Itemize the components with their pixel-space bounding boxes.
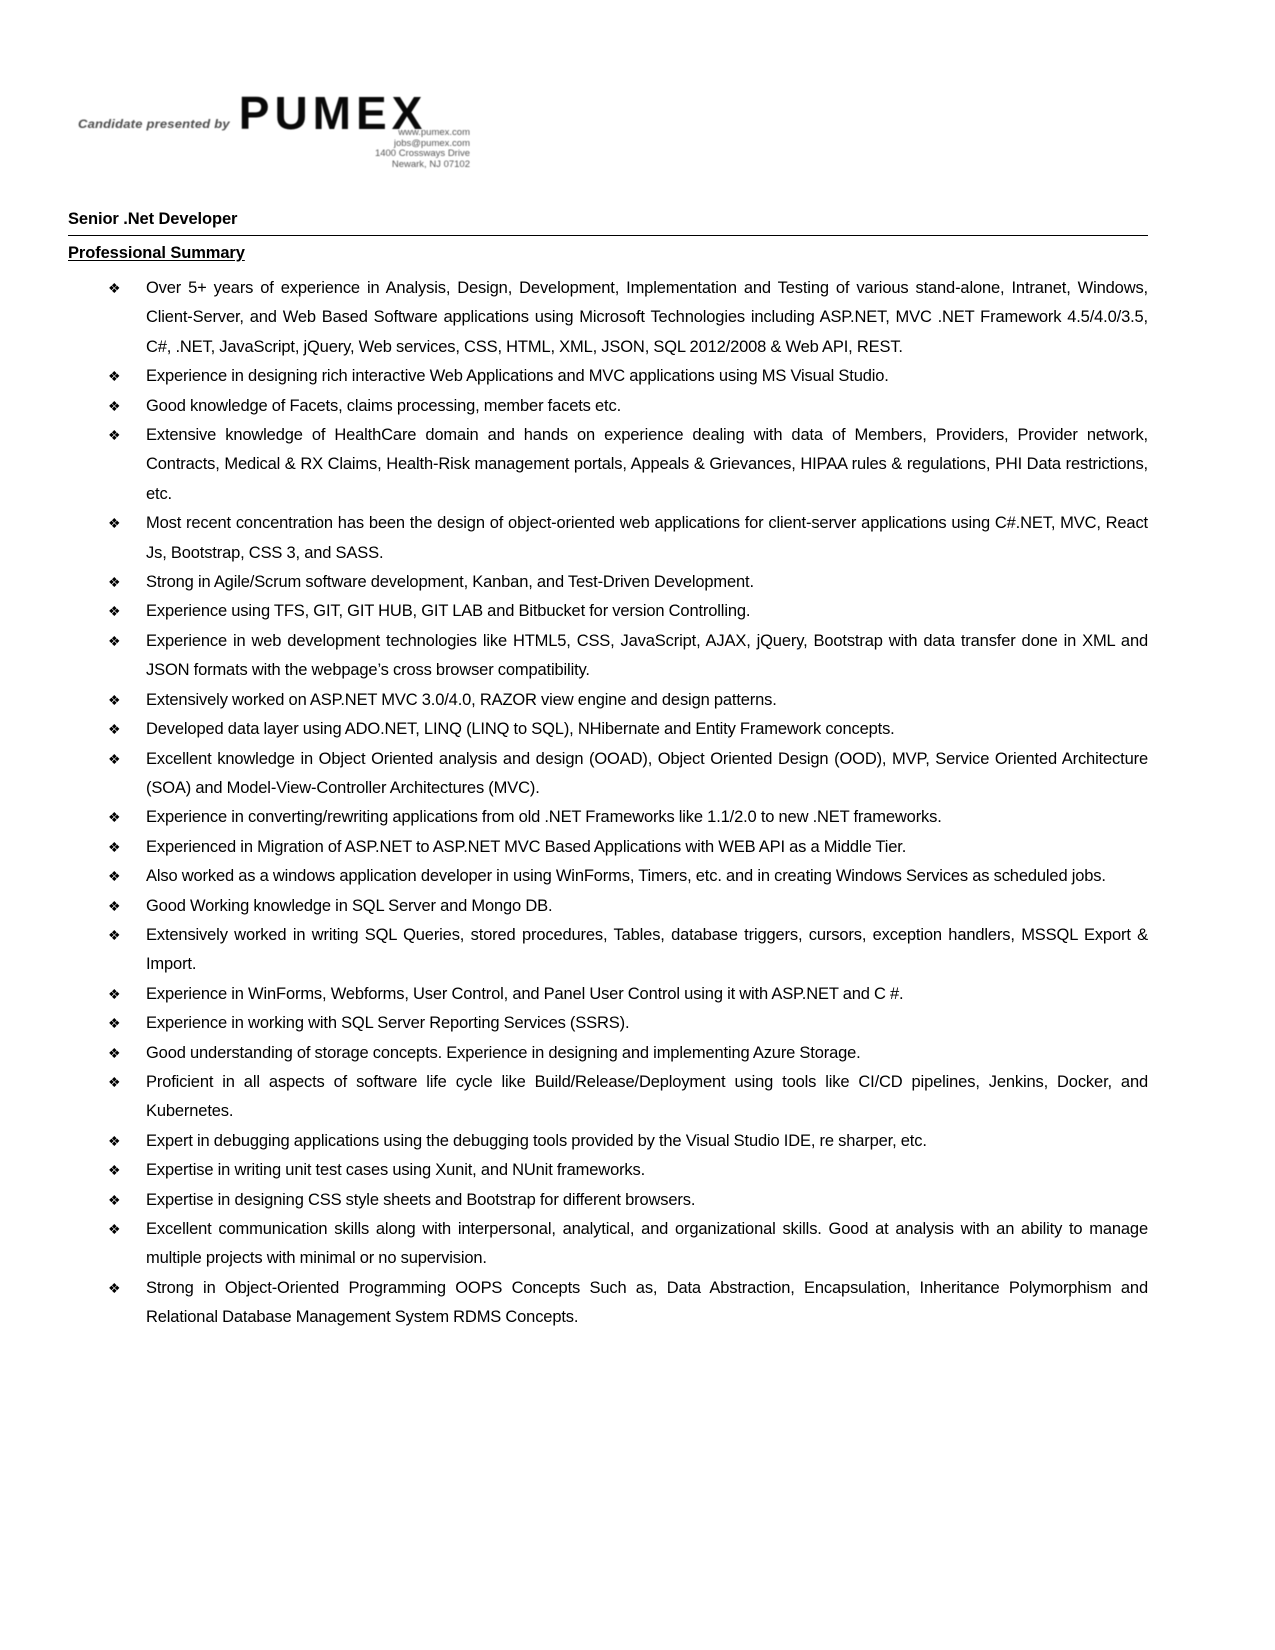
list-item-text: Developed data layer using ADO.NET, LINQ…: [146, 720, 895, 739]
list-item: ❖ Good knowledge of Facets, claims proces…: [68, 392, 1148, 421]
list-item: ❖ Extensive knowledge of HealthCare domai…: [68, 421, 1148, 509]
list-item-text: Excellent communication skills along wit…: [146, 1220, 1148, 1268]
contact-website: www.pumex.com: [398, 127, 470, 138]
diamond-cluster-bullet-icon: ❖: [108, 368, 121, 385]
diamond-cluster-bullet-icon: ❖: [108, 897, 121, 914]
list-item: ❖ Good Working knowledge in SQL Server an…: [68, 892, 1148, 921]
diamond-cluster-bullet-icon: ❖: [108, 1132, 121, 1149]
list-item-text: Most recent concentration has been the d…: [146, 514, 1148, 562]
diamond-cluster-bullet-icon: ❖: [108, 691, 121, 708]
page-title: Senior .Net Developer: [68, 210, 238, 228]
list-item-text: Good Working knowledge in SQL Server and…: [146, 896, 553, 915]
list-item: ❖ Most recent concentration has been the …: [68, 509, 1148, 568]
list-item: ❖ Good understanding of storage concepts.…: [68, 1039, 1148, 1068]
list-item: ❖ Experience in web development technolog…: [68, 627, 1148, 686]
list-item: ❖ Experience in WinForms, Webforms, User …: [68, 980, 1148, 1009]
list-item: ❖ Experience in working with SQL Server R…: [68, 1009, 1148, 1038]
list-item: ❖ Developed data layer using ADO.NET, LIN…: [68, 715, 1148, 744]
diamond-cluster-bullet-icon: ❖: [108, 809, 121, 826]
list-item-text: Experience in web development technologi…: [146, 631, 1148, 680]
diamond-cluster-bullet-icon: ❖: [108, 1162, 121, 1179]
diamond-cluster-bullet-icon: ❖: [108, 1044, 121, 1061]
diamond-cluster-bullet-icon: ❖: [108, 280, 121, 296]
list-item-text: Excellent knowledge in Object Oriented a…: [146, 749, 1148, 797]
list-item: ❖ Also worked as a windows application de…: [68, 862, 1148, 891]
list-item-text: Experience in WinForms, Webforms, User C…: [146, 984, 904, 1003]
list-item-text: Proficient in all aspects of software li…: [146, 1072, 1148, 1121]
list-item: ❖ Experience using TFS, GIT, GIT HUB, GIT…: [68, 597, 1148, 626]
professional-summary-list: ❖ Over 5+ years of experience in Analysis…: [68, 274, 1148, 1333]
document-header: Candidate presented by PUMEX www.pumex.c…: [0, 0, 1275, 190]
list-item: ❖ Strong in Object-Oriented Programming O…: [68, 1274, 1148, 1333]
diamond-cluster-bullet-icon: ❖: [108, 750, 121, 767]
list-item: ❖ Expertise in designing CSS style sheets…: [68, 1186, 1148, 1215]
document-body: Senior .Net Developer Professional Summa…: [68, 208, 1148, 1333]
diamond-cluster-bullet-icon: ❖: [108, 868, 121, 885]
list-item-text: Extensive knowledge of HealthCare domain…: [146, 426, 1148, 503]
list-item: ❖ Excellent communication skills along wi…: [68, 1215, 1148, 1274]
list-item: ❖ Strong in Agile/Scrum software developm…: [68, 568, 1148, 597]
list-item: ❖ Excellent knowledge in Object Oriented …: [68, 745, 1148, 804]
list-item: ❖ Extensively worked in writing SQL Queri…: [68, 921, 1148, 980]
list-item-text: Experience in designing rich interactive…: [146, 367, 889, 386]
diamond-cluster-bullet-icon: ❖: [108, 1279, 121, 1296]
diamond-cluster-bullet-icon: ❖: [108, 926, 121, 943]
diamond-cluster-bullet-icon: ❖: [108, 1073, 121, 1090]
list-item-text: Experience in working with SQL Server Re…: [146, 1014, 630, 1033]
list-item-text: Extensively worked in writing SQL Querie…: [146, 925, 1148, 974]
diamond-cluster-bullet-icon: ❖: [108, 515, 121, 532]
list-item: ❖ Experience in designing rich interactiv…: [68, 362, 1148, 391]
list-item: ❖ Extensively worked on ASP.NET MVC 3.0/4…: [68, 686, 1148, 715]
resume-page: Candidate presented by PUMEX www.pumex.c…: [0, 0, 1275, 1650]
diamond-cluster-bullet-icon: ❖: [108, 1015, 121, 1032]
diamond-cluster-bullet-icon: ❖: [108, 721, 121, 738]
diamond-cluster-bullet-icon: ❖: [108, 574, 121, 591]
list-item-text: Also worked as a windows application dev…: [146, 867, 1106, 886]
list-item-text: Expertise in writing unit test cases usi…: [146, 1161, 646, 1180]
list-item-text: Over 5+ years of experience in Analysis,…: [146, 279, 1148, 356]
diamond-cluster-bullet-icon: ❖: [108, 1191, 121, 1208]
list-item: ❖ Expert in debugging applications using …: [68, 1127, 1148, 1156]
list-item: ❖ Expertise in writing unit test cases us…: [68, 1156, 1148, 1185]
diamond-cluster-bullet-icon: ❖: [108, 603, 121, 620]
list-item-text: Strong in Agile/Scrum software developme…: [146, 573, 754, 592]
diamond-cluster-bullet-icon: ❖: [108, 1221, 121, 1237]
list-item-text: Experience using TFS, GIT, GIT HUB, GIT …: [146, 602, 751, 621]
section-heading-professional-summary: Professional Summary: [68, 244, 245, 262]
list-item: ❖ Over 5+ years of experience in Analysis…: [68, 274, 1148, 362]
list-item-text: Strong in Object-Oriented Programming OO…: [146, 1278, 1148, 1327]
list-item-text: Good understanding of storage concepts. …: [146, 1043, 861, 1062]
list-item: ❖ Experience in converting/rewriting appl…: [68, 803, 1148, 832]
list-item-text: Expertise in designing CSS style sheets …: [146, 1190, 696, 1209]
diamond-cluster-bullet-icon: ❖: [108, 397, 121, 414]
list-item-text: Expert in debugging applications using t…: [146, 1131, 927, 1150]
contact-city-state: Newark, NJ 07102: [391, 158, 470, 170]
title-divider: [68, 235, 1148, 236]
list-item-text: Good knowledge of Facets, claims process…: [146, 396, 621, 415]
list-item-text: Experienced in Migration of ASP.NET to A…: [146, 837, 907, 856]
list-item: ❖ Proficient in all aspects of software l…: [68, 1068, 1148, 1127]
list-item-text: Extensively worked on ASP.NET MVC 3.0/4.…: [146, 690, 777, 709]
diamond-cluster-bullet-icon: ❖: [108, 427, 121, 444]
diamond-cluster-bullet-icon: ❖: [108, 985, 121, 1002]
company-contact-info: www.pumex.com jobs@pumex.com 1400 Crossw…: [230, 127, 470, 170]
list-item-text: Experience in converting/rewriting appli…: [146, 808, 942, 827]
presented-by-label: Candidate presented by: [78, 116, 230, 131]
list-item: ❖ Experienced in Migration of ASP.NET to …: [68, 833, 1148, 862]
diamond-cluster-bullet-icon: ❖: [108, 838, 121, 855]
contact-street: 1400 Crossways Drive: [374, 148, 470, 159]
diamond-cluster-bullet-icon: ❖: [108, 632, 121, 649]
